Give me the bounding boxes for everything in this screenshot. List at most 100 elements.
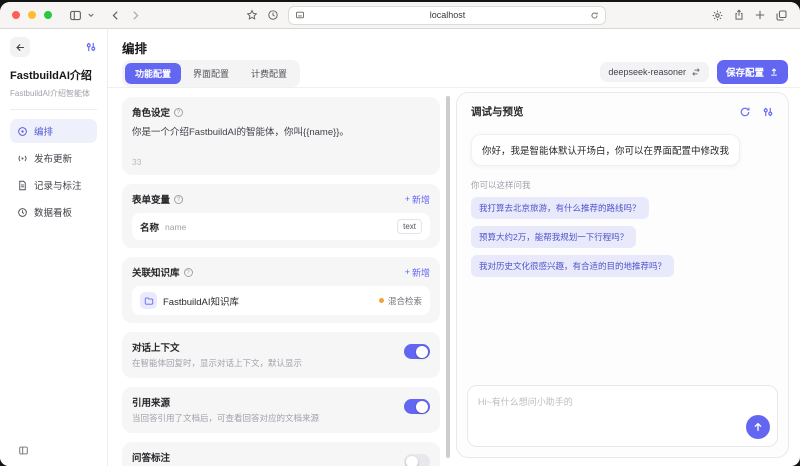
chat-input[interactable] — [468, 386, 777, 446]
knowledge-base-card: 关联知识库 ? +新增 FastbuildAI知识库 混合检索 — [122, 257, 440, 323]
clock-icon — [17, 207, 28, 218]
switch-knob — [416, 401, 428, 413]
document-icon — [17, 180, 28, 191]
context-toggle-desc: 在智能体回复时，显示对话上下文，默认显示 — [132, 358, 394, 370]
save-config-button[interactable]: 保存配置 — [717, 60, 788, 84]
close-window-button[interactable] — [12, 11, 20, 19]
switch-knob — [416, 346, 428, 358]
character-count: 33 — [132, 157, 430, 167]
help-icon[interactable]: ? — [184, 268, 193, 277]
plus-icon: + — [405, 267, 410, 277]
sidebar-divider — [10, 109, 97, 110]
help-icon[interactable]: ? — [174, 195, 183, 204]
send-button[interactable] — [746, 415, 770, 439]
broadcast-icon — [17, 153, 28, 164]
role-setting-label: 角色设定 — [132, 105, 170, 119]
browser-window: localhost FastbuildAI介绍 F — [0, 2, 800, 466]
suggested-question[interactable]: 我打算去北京旅游，有什么推荐的路线吗？ — [471, 197, 649, 219]
agent-name: FastbuildAI介绍 — [10, 67, 97, 83]
citation-toggle-switch[interactable] — [404, 399, 430, 414]
suggested-questions-label: 你可以这样问我 — [471, 179, 774, 191]
annotation-toggle-card: 问答标注 支持管理员和用户标注问题和答案 — [122, 442, 440, 466]
context-toggle-card: 对话上下文 在智能体回复时，显示对话上下文，默认显示 — [122, 332, 440, 378]
switch-knob — [406, 456, 418, 466]
extensions-gear-icon[interactable] — [711, 9, 724, 22]
citation-toggle-card: 引用来源 当回答引用了文档后，可查看回答对应的文档来源 — [122, 387, 440, 433]
debug-preview-panel: 调试与预览 你好，我是智能体默认开场白，你可以在界面配置中修改我 你可以这样问我… — [456, 92, 789, 458]
knowledge-base-name: FastbuildAI知识库 — [163, 294, 239, 308]
annotation-toggle-switch[interactable] — [404, 454, 430, 466]
context-toggle-title: 对话上下文 — [132, 340, 394, 354]
tab-interface-config[interactable]: 界面配置 — [183, 63, 239, 84]
context-toggle-switch[interactable] — [404, 344, 430, 359]
annotation-toggle-title: 问答标注 — [132, 450, 394, 464]
bookmark-star-icon[interactable] — [246, 9, 258, 21]
folder-icon — [140, 292, 157, 309]
model-name: deepseek-reasoner — [608, 67, 686, 77]
save-config-label: 保存配置 — [726, 65, 764, 79]
agent-sidebar: FastbuildAI介绍 FastbuildAI介绍智能体 编排 发布更新 记… — [0, 29, 108, 466]
add-knowledge-button[interactable]: +新增 — [405, 266, 430, 279]
collapse-sidebar-icon[interactable] — [18, 445, 29, 456]
back-button[interactable] — [10, 37, 30, 57]
suggested-question[interactable]: 预算大约2万，能帮我规划一下行程吗？ — [471, 226, 636, 248]
sidebar-item-orchestrate[interactable]: 编排 — [10, 119, 97, 143]
variable-name: 名称 — [140, 220, 159, 234]
orchestrate-icon — [17, 126, 28, 137]
model-switch-icon — [691, 67, 701, 77]
role-prompt-textarea[interactable]: 你是一个介绍FastbuildAI的智能体，你叫{{name}}。 — [132, 126, 430, 140]
knowledge-base-label: 关联知识库 — [132, 265, 180, 279]
address-bar[interactable]: localhost — [288, 6, 606, 25]
chevron-down-icon[interactable] — [87, 11, 95, 19]
sidebar-item-label: 数据看板 — [34, 205, 72, 219]
suggested-question[interactable]: 我对历史文化很感兴趣，有合适的目的地推荐吗？ — [471, 255, 674, 277]
form-scrollbar[interactable] — [446, 96, 450, 458]
retrieval-dot-icon — [379, 298, 384, 303]
preview-title: 调试与预览 — [471, 104, 524, 119]
page-settings-icon[interactable] — [295, 10, 305, 20]
preview-settings-icon[interactable] — [762, 106, 774, 118]
sidebar-toggle-icon[interactable] — [69, 9, 82, 22]
tab-function-config[interactable]: 功能配置 — [125, 63, 181, 84]
sidebar-item-label: 编排 — [34, 124, 53, 138]
model-selector[interactable]: deepseek-reasoner — [600, 62, 709, 82]
help-icon[interactable]: ? — [174, 108, 183, 117]
form-variables-label: 表单变量 — [132, 192, 170, 206]
citation-toggle-title: 引用来源 — [132, 395, 394, 409]
tab-overview-icon[interactable] — [775, 9, 788, 22]
assistant-greeting-bubble: 你好，我是智能体默认开场白，你可以在界面配置中修改我 — [471, 134, 740, 166]
minimize-window-button[interactable] — [28, 11, 36, 19]
back-icon[interactable] — [110, 10, 121, 21]
sidebar-item-dashboard[interactable]: 数据看板 — [10, 200, 97, 224]
citation-toggle-desc: 当回答引用了文档后，可查看回答对应的文档来源 — [132, 413, 394, 425]
variable-type-badge: text — [397, 219, 422, 234]
plus-icon: + — [405, 194, 410, 204]
agent-description: FastbuildAI介绍智能体 — [10, 88, 97, 99]
role-setting-card: 角色设定 ? 你是一个介绍FastbuildAI的智能体，你叫{{name}}。… — [122, 97, 440, 175]
sidebar-item-publish[interactable]: 发布更新 — [10, 146, 97, 170]
window-controls — [12, 11, 52, 19]
variable-key: name — [165, 222, 186, 232]
function-config-form: 角色设定 ? 你是一个介绍FastbuildAI的智能体，你叫{{name}}。… — [108, 88, 454, 466]
maximize-window-button[interactable] — [44, 11, 52, 19]
refresh-conversation-icon[interactable] — [739, 106, 751, 118]
share-icon[interactable] — [733, 9, 745, 21]
variable-row[interactable]: 名称 name text — [132, 213, 430, 240]
sidebar-item-label: 发布更新 — [34, 151, 72, 165]
sidebar-item-records[interactable]: 记录与标注 — [10, 173, 97, 197]
tab-billing-config[interactable]: 计费配置 — [241, 63, 297, 84]
new-tab-icon[interactable] — [754, 9, 766, 21]
add-variable-button[interactable]: +新增 — [405, 193, 430, 206]
forward-icon[interactable] — [130, 10, 141, 21]
retrieval-mode-badge: 混合检索 — [379, 295, 422, 307]
agent-settings-sliders-icon[interactable] — [85, 41, 97, 53]
knowledge-base-row[interactable]: FastbuildAI知识库 混合检索 — [132, 286, 430, 315]
browser-toolbar: localhost — [0, 2, 800, 29]
main-header: 编排 功能配置 界面配置 计费配置 deepseek-reasoner 保存配置 — [108, 29, 800, 88]
history-clock-icon[interactable] — [267, 9, 279, 21]
sidebar-item-label: 记录与标注 — [34, 178, 82, 192]
form-variables-card: 表单变量 ? +新增 名称 name text — [122, 184, 440, 248]
upload-icon — [769, 67, 779, 77]
reload-icon[interactable] — [590, 11, 599, 20]
chat-input-box — [467, 385, 778, 447]
